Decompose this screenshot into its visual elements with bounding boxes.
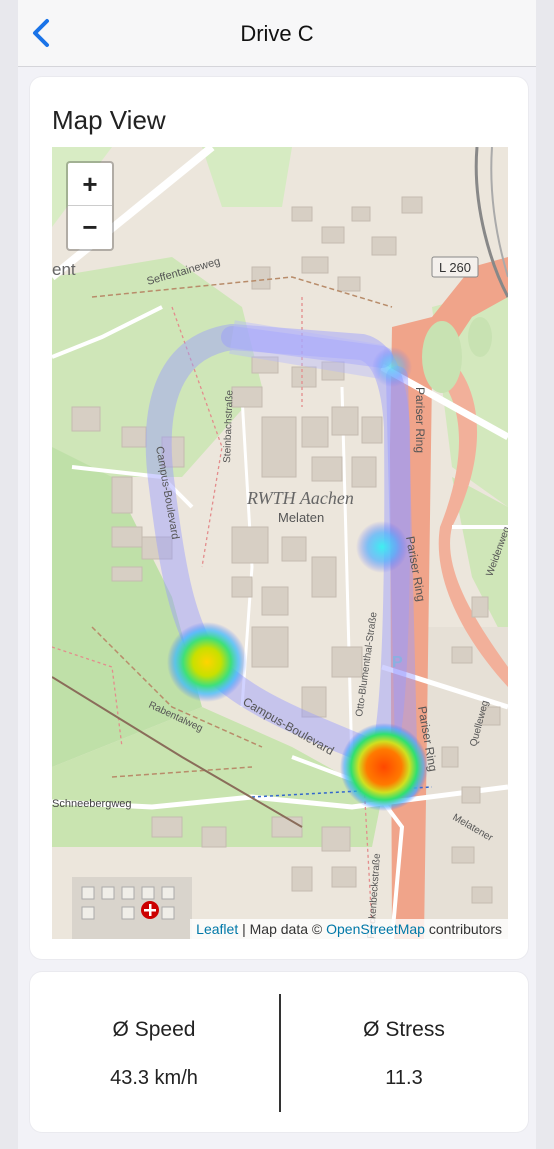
map-card: Map View L 260 ent Seffentaineweg RWTH A… bbox=[30, 77, 528, 959]
street-schneeberg: Schneebergweg bbox=[52, 798, 132, 810]
stress-label: Ø Stress bbox=[363, 1018, 445, 1041]
osm-link[interactable]: OpenStreetMap bbox=[326, 921, 425, 937]
stress-stat: Ø Stress 11.3 bbox=[280, 972, 528, 1132]
map-card-title: Map View bbox=[52, 105, 166, 135]
hotspot-yellow bbox=[167, 622, 247, 702]
navigation-bar: Drive C bbox=[18, 0, 536, 67]
map-label-district: Melaten bbox=[278, 510, 324, 525]
hotspot-cyan bbox=[356, 521, 408, 573]
map-label-ent: ent bbox=[52, 260, 76, 279]
speed-value: 43.3 km/h bbox=[110, 1067, 198, 1089]
road-badge-label: L 260 bbox=[439, 260, 471, 275]
attribution-separator: | Map data © bbox=[238, 921, 327, 937]
street-pariser-ring: Pariser Ring bbox=[413, 387, 427, 453]
zoom-in-button[interactable]: + bbox=[68, 163, 112, 206]
hotspot-red bbox=[340, 723, 428, 811]
zoom-out-button[interactable]: − bbox=[68, 206, 112, 248]
map-tiles: L 260 ent Seffentaineweg RWTH Aachen Mel… bbox=[52, 147, 508, 939]
parking-marker: P bbox=[392, 654, 403, 671]
leaflet-link[interactable]: Leaflet bbox=[196, 921, 238, 937]
map-attribution: Leaflet | Map data © OpenStreetMap contr… bbox=[190, 919, 508, 939]
speed-stat: Ø Speed 43.3 km/h bbox=[30, 972, 278, 1132]
stress-value: 11.3 bbox=[385, 1067, 423, 1089]
map-view[interactable]: L 260 ent Seffentaineweg RWTH Aachen Mel… bbox=[52, 147, 508, 939]
stats-card: Ø Speed 43.3 km/h Ø Stress 11.3 bbox=[30, 972, 528, 1132]
speed-label: Ø Speed bbox=[112, 1018, 196, 1041]
map-label-campus: RWTH Aachen bbox=[246, 488, 354, 508]
app-screen: Drive C Map View L 260 ent Seffentainewe… bbox=[18, 0, 536, 1149]
zoom-control: + − bbox=[66, 161, 114, 251]
attribution-suffix: contributors bbox=[424, 921, 502, 937]
page-title: Drive C bbox=[240, 21, 314, 46]
